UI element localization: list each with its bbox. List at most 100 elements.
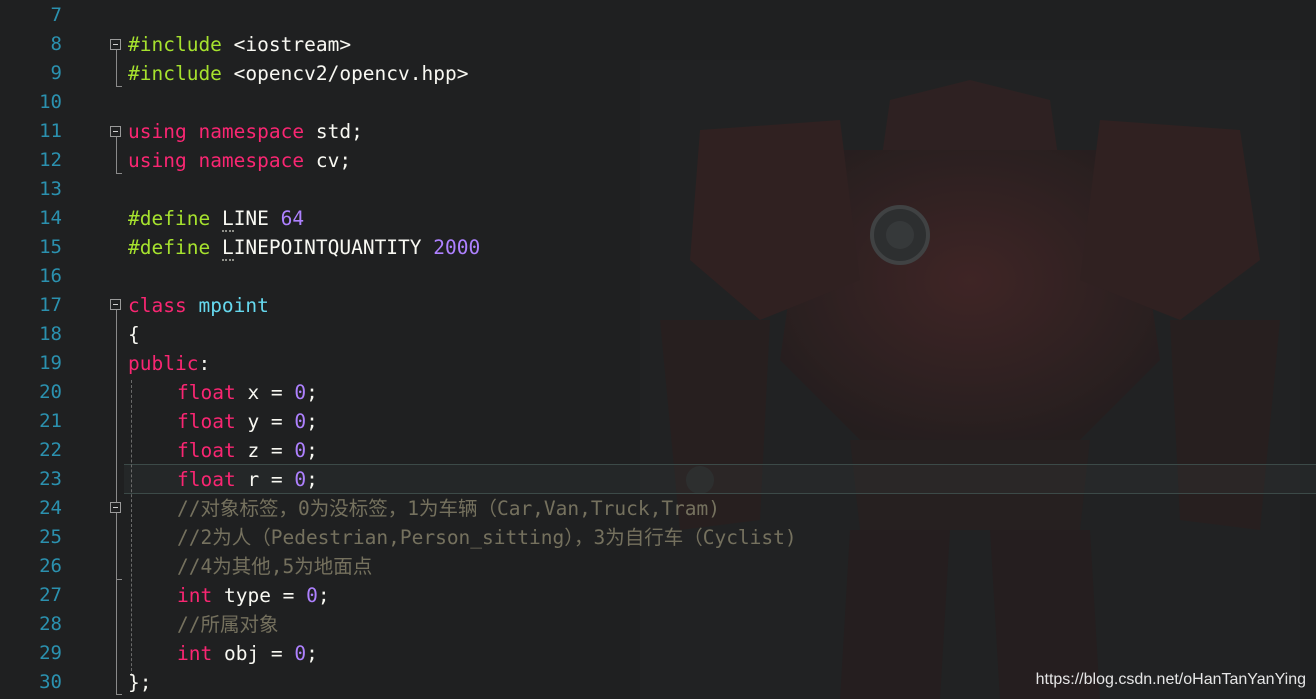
line-number: 7 xyxy=(50,4,62,26)
code-editor[interactable]: 7 8 9 10 11 12 13 14 15 16 17 18 19 20 2… xyxy=(0,0,1316,699)
fold-guide xyxy=(116,579,122,580)
closing-brace: }; xyxy=(128,671,152,694)
keyword: using xyxy=(128,120,187,143)
fold-guide xyxy=(116,173,122,174)
punctuation: ; xyxy=(306,439,318,462)
code-line-8: #include <iostream> xyxy=(128,30,351,59)
fold-toggle-icon[interactable] xyxy=(110,502,121,513)
keyword: namespace xyxy=(198,120,305,143)
line-number: 23 xyxy=(39,468,62,490)
code-line-18: { xyxy=(128,320,140,349)
code-line-27: int type = 0; xyxy=(177,581,330,610)
fold-guide xyxy=(116,137,117,173)
punctuation: ; xyxy=(317,584,330,607)
line-number: 18 xyxy=(39,323,62,345)
code-line-14: #define LINE 64 xyxy=(128,204,304,233)
fold-guide xyxy=(116,694,122,695)
line-number-gutter: 7 8 9 10 11 12 13 14 15 16 17 18 19 20 2… xyxy=(0,0,100,699)
code-line-11: using namespace std; xyxy=(128,117,363,146)
line-number: 8 xyxy=(50,33,62,55)
line-number: 12 xyxy=(39,149,62,171)
declaration: obj = xyxy=(212,642,295,665)
declaration: type = xyxy=(212,584,307,607)
declaration: r = xyxy=(235,468,295,491)
preprocessor-directive: #include xyxy=(128,62,222,85)
macro-name-squiggle: L xyxy=(221,236,234,261)
punctuation: ; xyxy=(306,642,318,665)
line-number: 29 xyxy=(39,642,62,664)
declaration: z = xyxy=(235,439,295,462)
code-line-28: //所属对象 xyxy=(177,613,279,636)
code-line-12: using namespace cv; xyxy=(128,146,351,175)
keyword: namespace xyxy=(198,149,305,172)
line-number: 15 xyxy=(39,236,62,258)
fold-guide xyxy=(116,86,122,87)
type-keyword: int xyxy=(177,642,213,665)
type-keyword: float xyxy=(177,410,236,433)
code-line-15: #define LINEPOINTQUANTITY 2000 xyxy=(128,233,480,262)
code-line-21: float y = 0; xyxy=(177,407,318,436)
punctuation: : xyxy=(198,352,211,375)
line-number: 20 xyxy=(39,381,62,403)
type-keyword: float xyxy=(177,439,236,462)
line-number: 19 xyxy=(39,352,62,374)
type-keyword: int xyxy=(177,584,213,607)
line-number: 17 xyxy=(39,294,62,316)
macro-name: INEPOINTQUANTITY xyxy=(233,236,422,259)
line-number: 28 xyxy=(39,613,62,635)
number-literal: 64 xyxy=(280,207,305,230)
line-number: 10 xyxy=(39,91,62,113)
code-line-26: //4为其他,5为地面点 xyxy=(177,555,373,578)
line-number: 25 xyxy=(39,526,62,548)
line-number: 24 xyxy=(39,497,62,519)
line-number: 26 xyxy=(39,555,62,577)
macro-name-squiggle: L xyxy=(221,207,234,232)
code-line-24: //对象标签，0为没标签，1为车辆（Car,Van,Truck,Tram) xyxy=(177,497,721,520)
access-specifier: public xyxy=(128,352,199,375)
type-keyword: float xyxy=(177,468,236,491)
code-line-25: //2为人（Pedestrian,Person_sitting），3为自行车（C… xyxy=(177,526,797,549)
type-keyword: float xyxy=(177,381,236,404)
fold-guide xyxy=(116,50,117,86)
fold-toggle-icon[interactable] xyxy=(110,126,121,137)
code-line-9: #include <opencv2/opencv.hpp> xyxy=(128,59,468,88)
brace: { xyxy=(128,323,140,346)
identifier: std; xyxy=(315,120,363,143)
line-number: 16 xyxy=(39,265,62,287)
code-line-30: }; xyxy=(128,668,151,697)
include-path: <opencv2/opencv.hpp> xyxy=(233,62,469,85)
fold-toggle-icon[interactable] xyxy=(110,39,121,50)
include-path: <iostream> xyxy=(233,33,352,56)
fold-toggle-icon[interactable] xyxy=(110,299,121,310)
preprocessor-directive: #define xyxy=(128,207,211,230)
line-number: 30 xyxy=(39,671,62,693)
line-number: 13 xyxy=(39,178,62,200)
code-line-20: float x = 0; xyxy=(177,378,318,407)
code-line-17: class mpoint xyxy=(128,291,269,320)
macro-name: INE xyxy=(233,207,269,230)
keyword: using xyxy=(128,149,187,172)
line-number: 27 xyxy=(39,584,62,606)
number-literal: 0 xyxy=(306,584,318,607)
indent-guide xyxy=(131,380,132,676)
preprocessor-directive: #include xyxy=(128,33,222,56)
preprocessor-directive: #define xyxy=(128,236,211,259)
line-number: 14 xyxy=(39,207,62,229)
identifier: cv; xyxy=(315,149,352,172)
number-literal: 0 xyxy=(294,642,307,665)
number-literal: 2000 xyxy=(433,236,481,259)
number-literal: 0 xyxy=(294,381,307,404)
watermark-url: https://blog.csdn.net/oHanTanYanYing xyxy=(1035,671,1306,688)
number-literal: 0 xyxy=(294,410,307,433)
declaration: x = xyxy=(235,381,295,404)
number-literal: 0 xyxy=(294,439,307,462)
number-literal: 0 xyxy=(294,468,307,491)
line-number: 9 xyxy=(50,62,62,84)
line-number: 21 xyxy=(39,410,62,432)
punctuation: ; xyxy=(306,381,318,404)
keyword: class xyxy=(128,294,187,317)
line-number: 22 xyxy=(39,439,62,461)
code-line-19: public: xyxy=(128,349,210,378)
